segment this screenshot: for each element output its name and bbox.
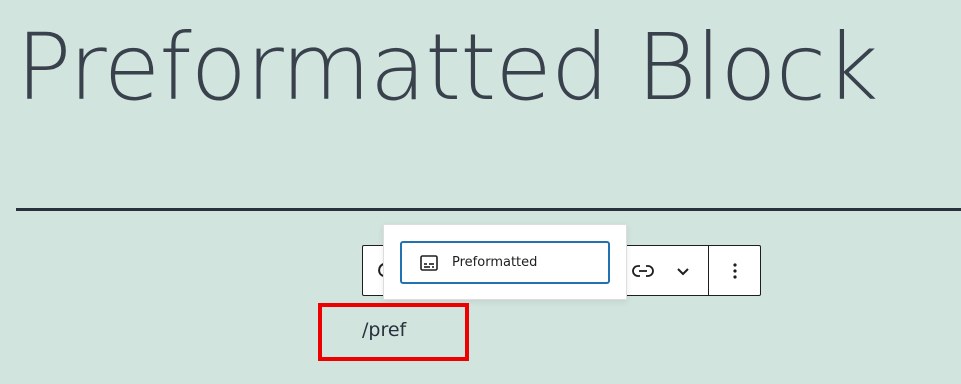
post-title[interactable]: Preformatted Block <box>16 8 878 128</box>
chevron-down-icon <box>676 266 690 276</box>
paragraph-input[interactable]: /pref <box>362 318 406 342</box>
preformatted-icon <box>419 253 439 273</box>
separator-block[interactable] <box>16 208 961 211</box>
more-vertical-icon <box>732 262 738 280</box>
autocomplete-option-label: Preformatted <box>452 255 538 270</box>
autocomplete-option-preformatted[interactable]: Preformatted <box>400 241 610 284</box>
link-button[interactable] <box>625 246 661 295</box>
more-rich-text-controls-button[interactable] <box>665 246 701 295</box>
block-options-button[interactable] <box>717 246 753 295</box>
toolbar-divider <box>708 246 709 295</box>
slash-inserter-popover: Preformatted <box>383 224 627 300</box>
link-icon <box>632 264 654 278</box>
